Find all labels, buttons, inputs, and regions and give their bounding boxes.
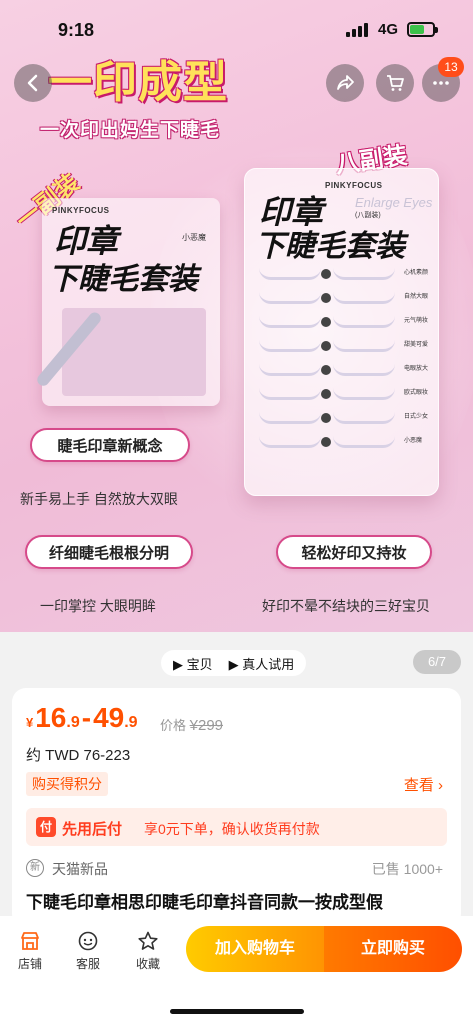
lash-style-name: 小恶魔 bbox=[404, 438, 423, 444]
tab-product-video[interactable]: ▶ 宝贝 bbox=[165, 654, 221, 673]
battery-icon bbox=[407, 22, 438, 37]
lash-style-name: 元气萌妆 bbox=[404, 318, 429, 324]
style-label: 小恶魔 bbox=[182, 233, 206, 242]
image-page-counter: 6/7 bbox=[413, 650, 461, 674]
signal-icon bbox=[346, 23, 370, 37]
store-button[interactable]: 店铺 bbox=[8, 930, 52, 972]
box-title-line2: 下睫毛套装 bbox=[48, 263, 198, 296]
price-low-dec: .9 bbox=[66, 714, 80, 731]
lash-row: 电眼放大 bbox=[259, 361, 428, 381]
lash-row: 心机素颜 bbox=[259, 265, 428, 285]
store-icon bbox=[21, 932, 39, 950]
bottom-action-bar: 店铺 客服 收藏 加入购物车 立即购买 bbox=[0, 916, 473, 1024]
buy-now-button[interactable]: 立即购买 bbox=[324, 926, 462, 972]
lash-row: 欧式眼妆 bbox=[259, 385, 428, 405]
price-card: ¥ 16 .9 - 49 .9 价格 ¥299 约 TWD 76-223 购买得… bbox=[12, 688, 461, 928]
view-points-link[interactable]: 查看 › bbox=[404, 774, 443, 795]
new-icon: 新 bbox=[26, 859, 44, 877]
sold-count: 已售 1000+ bbox=[371, 861, 443, 877]
lash-row: 甜美可爱 bbox=[259, 337, 428, 357]
add-to-cart-button[interactable]: 加入购物车 bbox=[186, 926, 324, 972]
feature-pill-lashes: 纤细睫毛根根分明 bbox=[25, 535, 193, 569]
product-title: 下睫毛印章相思印睫毛印章抖音同款一按成型假 bbox=[26, 893, 383, 912]
status-time: 9:18 bbox=[58, 20, 95, 40]
favorite-label: 收藏 bbox=[135, 957, 160, 971]
chat-icon bbox=[78, 931, 98, 951]
price-low-int: 16 bbox=[35, 702, 67, 733]
enlarge-eyes-text: Enlarge Eyes bbox=[355, 195, 433, 210]
shop-row: 新 天猫新品 已售 1000+ bbox=[26, 858, 447, 880]
media-tabs: ▶ 宝贝 ▶ 真人试用 bbox=[161, 650, 307, 676]
store-label: 店铺 bbox=[17, 957, 42, 971]
lash-style-name: 自然大眼 bbox=[404, 294, 429, 300]
brand-label: PINKYFOCUS bbox=[52, 206, 110, 215]
tab-real-trial[interactable]: ▶ 真人试用 bbox=[221, 654, 303, 673]
original-price: 价格 ¥299 bbox=[160, 715, 223, 734]
feature-caption-lashes: 一印掌控 大眼明眸 bbox=[40, 598, 156, 614]
network-type: 4G bbox=[378, 21, 399, 38]
feature-pill-concept: 睫毛印章新概念 bbox=[30, 428, 190, 462]
points-row: 购买得积分 查看 › bbox=[26, 772, 447, 798]
feature-pill-lasting: 轻松好印又持妆 bbox=[276, 535, 432, 569]
shop-name: 天猫新品 bbox=[52, 861, 108, 877]
chevron-left-icon bbox=[27, 74, 38, 92]
lash-row: 自然大眼 bbox=[259, 289, 428, 309]
back-button[interactable] bbox=[14, 64, 52, 102]
star-icon bbox=[138, 931, 158, 950]
price-high-int: 49 bbox=[93, 702, 125, 733]
single-pack-product: PINKYFOCUS 印章 下睫毛套装 小恶魔 bbox=[34, 198, 220, 406]
lash-row: 小恶魔 bbox=[259, 433, 423, 453]
lash-style-name: 欧式眼妆 bbox=[404, 390, 429, 396]
box-title-line2: 下睫毛套装 bbox=[255, 230, 405, 263]
original-price-value: ¥299 bbox=[189, 717, 224, 734]
original-price-label: 价格 bbox=[160, 718, 187, 733]
pay-later-desc: 享0元下单，确认收货再付款 bbox=[144, 821, 320, 837]
price-range: ¥ 16 .9 - 49 .9 bbox=[26, 702, 138, 734]
points-tag: 购买得积分 bbox=[26, 772, 108, 796]
hero-subline: 一次印出妈生下睫毛 bbox=[40, 120, 221, 141]
share-icon bbox=[337, 75, 354, 90]
favorite-button[interactable]: 收藏 bbox=[126, 930, 170, 972]
price-high-dec: .9 bbox=[124, 714, 138, 731]
service-label: 客服 bbox=[75, 957, 100, 971]
lash-style-name: 电眼放大 bbox=[404, 366, 429, 372]
status-bar: 9:18 4G bbox=[0, 0, 473, 56]
service-button[interactable]: 客服 bbox=[66, 930, 110, 972]
pay-later-icon: 付 bbox=[36, 817, 56, 837]
pay-later-banner[interactable]: 付 先用后付 享0元下单，确认收货再付款 bbox=[26, 808, 447, 846]
lash-row: 日式少女 bbox=[259, 409, 428, 429]
eight-pack-product: PINKYFOCUS 印章 下睫毛套装 Enlarge Eyes (八副装) 心… bbox=[244, 168, 439, 496]
currency-symbol: ¥ bbox=[26, 715, 34, 730]
share-button[interactable] bbox=[326, 64, 364, 102]
pay-later-title: 先用后付 bbox=[62, 821, 123, 838]
cart-button[interactable] bbox=[376, 64, 414, 102]
lash-row: 元气萌妆 bbox=[259, 313, 428, 333]
twd-price: 约 TWD 76-223 bbox=[26, 747, 131, 764]
notification-badge: 13 bbox=[438, 57, 464, 77]
feature-caption-lasting: 好印不晕不结块的三好宝贝 bbox=[262, 598, 430, 614]
price-dash: - bbox=[81, 702, 92, 733]
brand-label: PINKYFOCUS bbox=[325, 181, 383, 190]
lash-style-name: 心机素颜 bbox=[404, 270, 429, 276]
lash-style-name: 甜美可爱 bbox=[404, 342, 429, 348]
cart-icon bbox=[387, 75, 404, 91]
feature-caption-concept: 新手易上手 自然放大双眼 bbox=[20, 491, 178, 507]
home-indicator bbox=[170, 1009, 304, 1014]
pairs-text: (八副装) bbox=[355, 212, 381, 219]
lash-style-name: 日式少女 bbox=[404, 414, 429, 420]
